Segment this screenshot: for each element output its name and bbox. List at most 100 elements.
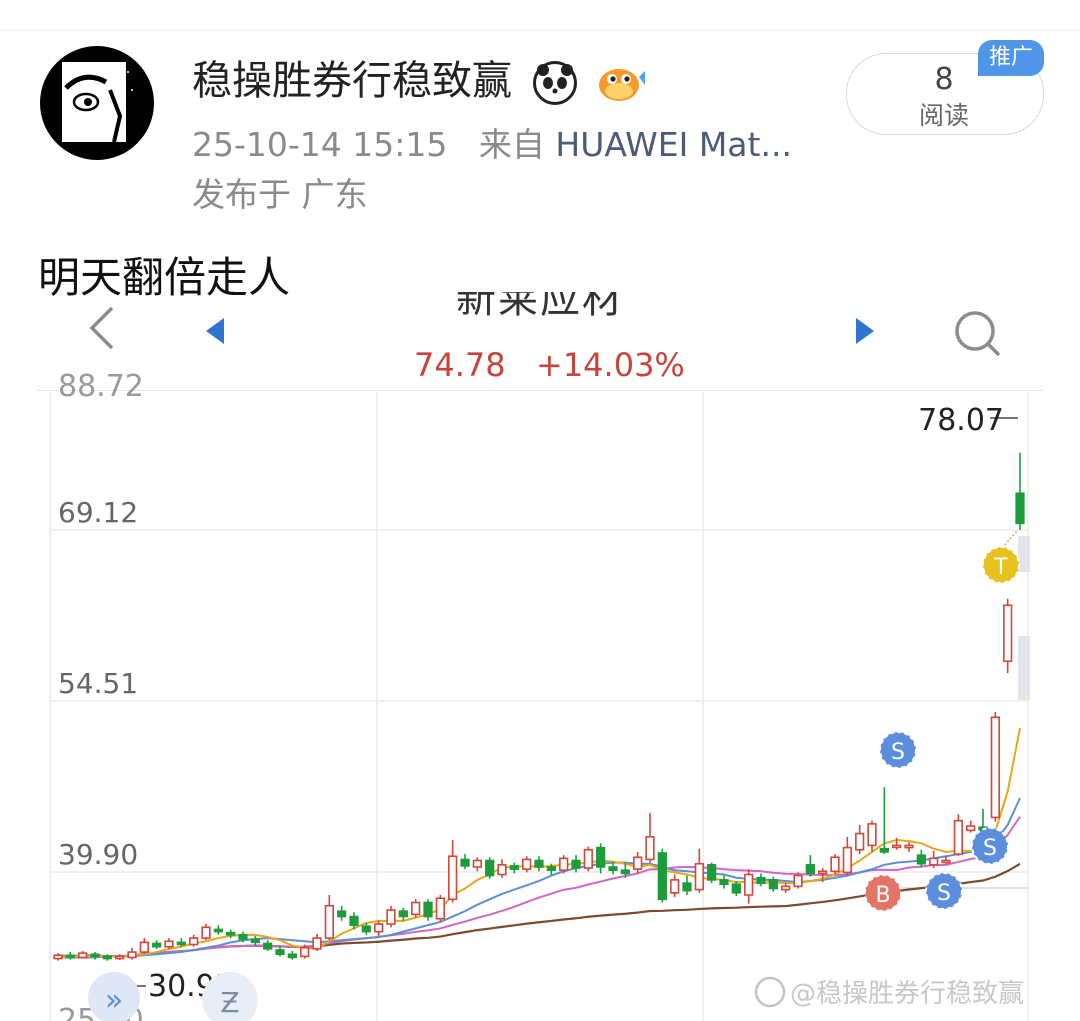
candle-body [805,864,815,875]
candle-body [990,716,1000,819]
candle-up [164,938,174,949]
candle-body [842,846,852,874]
candle-body [756,876,766,884]
candle-body [682,882,692,892]
candle-down [756,873,766,887]
candle-body [855,832,865,851]
svg-text:@稳操胜券行稳致赢: @稳操胜券行稳致赢 [790,979,1024,1009]
candle-up [324,894,334,941]
expand-arrows-icon[interactable]: » [88,972,140,1021]
y-tick-label: 39.90 [58,838,138,871]
candle-body [226,931,236,936]
candle-up [189,934,199,947]
candlestick-chart[interactable]: 88.72 25.30 69.12 54.51 39.90 78.07 30.9… [0,0,1080,1021]
candle-body [361,925,371,933]
candle-up [830,854,840,875]
candle-body [694,862,704,891]
candle-up [139,938,149,955]
candle-body [879,847,889,853]
candle-down [916,849,926,867]
candle-body [916,854,926,865]
candle-down [731,880,741,897]
candle-body [337,910,347,918]
candle-down [263,940,273,951]
candle-down [213,925,223,935]
svg-text:T: T [993,555,1008,580]
candle-body [287,953,297,959]
chart-grid [49,392,1029,1021]
price-marker-bar [1018,636,1030,700]
candle-body [472,859,482,868]
candle-body [793,874,803,888]
buy-marker-icon[interactable]: B [864,874,902,912]
candle-body [263,942,273,950]
candle-up [127,947,137,960]
y-tick-label: 54.51 [58,667,138,700]
candle-up [386,905,396,928]
candle-body [435,897,445,920]
candle-body [966,825,976,832]
candle-body [312,937,322,950]
candle-body [818,870,828,875]
candle-body [1003,604,1013,663]
candle-body [571,859,581,869]
candle-up [990,711,1000,822]
candle-body [534,859,544,868]
candle-down [423,899,433,921]
candle-up [867,820,877,852]
candle-up [929,850,939,869]
candle-body [645,836,655,861]
candle-body [460,858,470,867]
candle-body [1015,492,1025,525]
t-marker-icon[interactable]: T [982,529,1020,584]
candle-up [78,950,88,959]
candle-down [65,952,75,960]
candle-body [731,883,741,894]
high-price-label: 78.07 [918,403,1004,438]
candle-body [238,934,248,940]
candle-up [842,836,852,876]
candle-body [115,955,125,960]
candle-up [670,874,680,898]
candle-body [53,954,63,960]
candle-down [398,907,408,921]
candle-body [423,901,433,918]
candle-up [312,933,322,951]
candle-body [386,909,396,925]
candle-body [768,879,778,890]
candle-body [522,858,532,870]
candle-body [448,855,458,901]
candle-down [460,854,470,870]
candle-down [657,848,667,903]
candle-down [719,875,729,889]
candle-down [596,843,606,874]
candle-body [78,952,88,959]
candle-body [707,864,717,881]
candle-body [398,910,408,918]
candle-body [411,901,421,916]
candle-up [374,920,384,936]
svg-text:S: S [937,881,951,906]
candle-body [596,846,606,868]
candle-up [855,824,865,855]
candle-up [472,857,482,872]
candle-up [633,851,643,874]
candle-body [127,951,137,959]
sell-marker-icon[interactable]: S [925,872,963,910]
candle-up [645,813,655,863]
candle-up [522,856,532,873]
candle-body [657,852,667,901]
watermark: @稳操胜券行稳致赢 [754,976,1024,1009]
candle-down [250,935,260,946]
candle-body [509,865,519,870]
sell-marker-icon[interactable]: S [971,827,1009,865]
candle-body [929,857,939,866]
candle-down [337,905,347,921]
sell-marker-icon[interactable]: S [879,731,917,769]
candle-down [682,875,692,895]
candle-up [966,820,976,833]
candle-up [583,846,593,872]
candle-up [448,840,458,903]
candle-up [1003,598,1013,674]
candle-down [485,857,495,879]
